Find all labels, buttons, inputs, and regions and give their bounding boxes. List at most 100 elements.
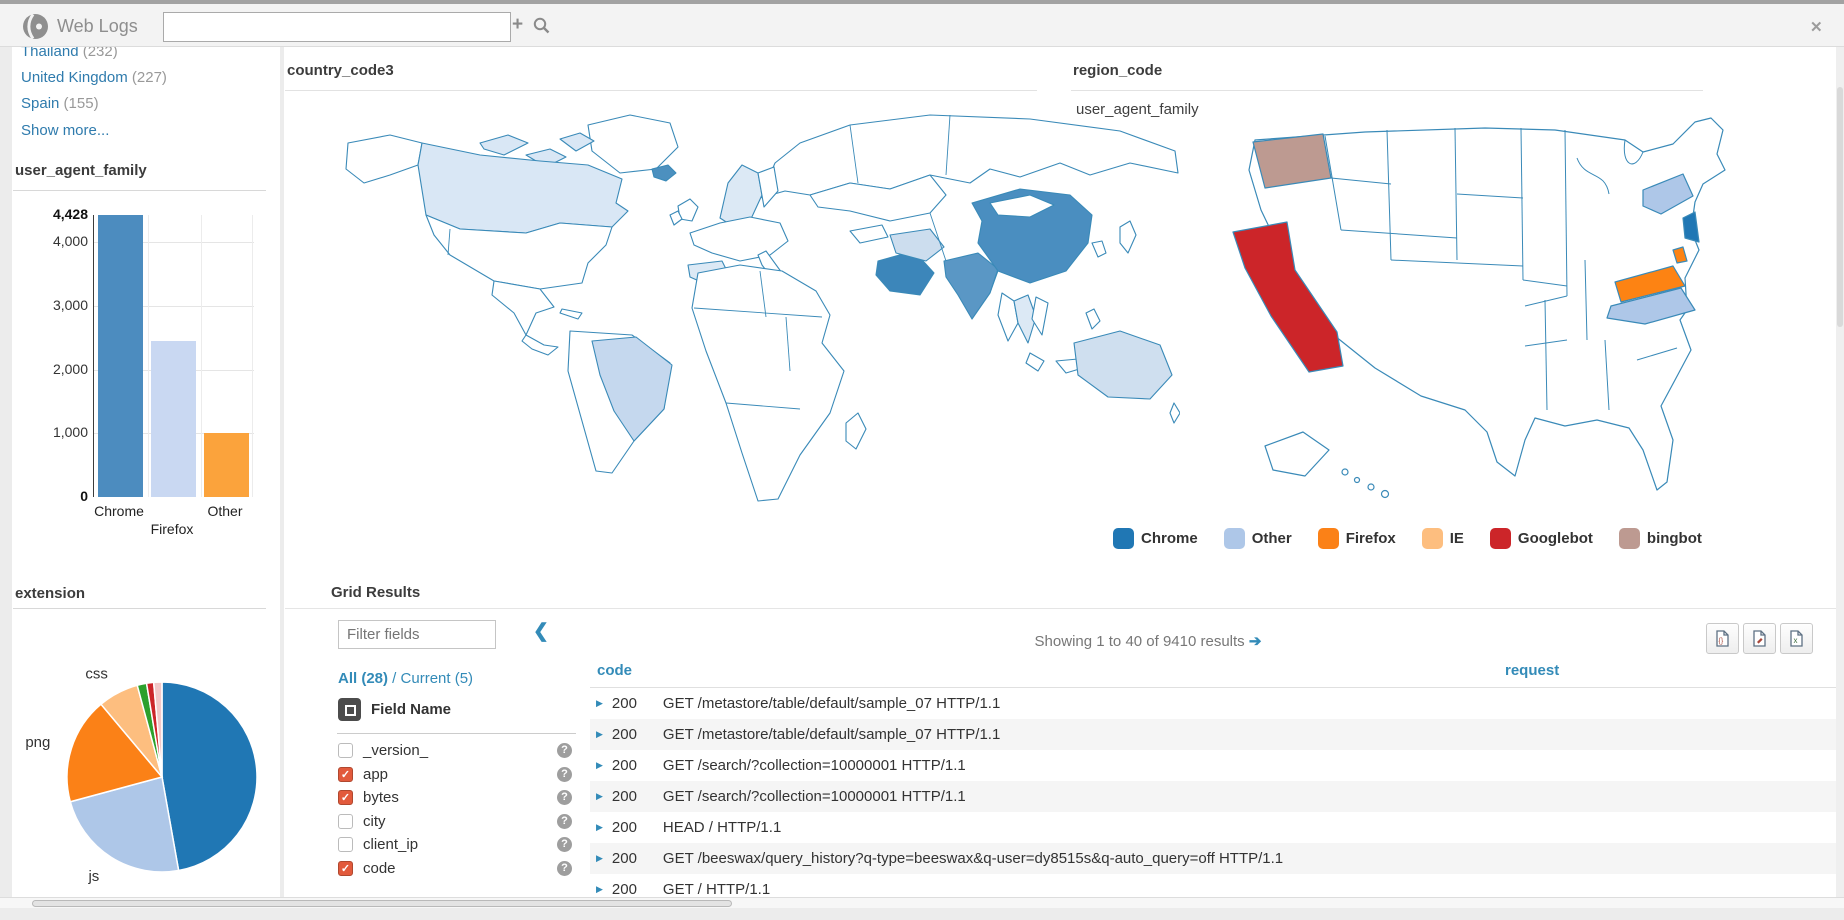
- table-row[interactable]: ▶200GET /metastore/table/default/sample_…: [590, 688, 1836, 719]
- bar-other[interactable]: [204, 433, 249, 497]
- map-region-europe[interactable]: [690, 217, 788, 261]
- row-expand-icon[interactable]: ▶: [596, 698, 603, 709]
- legend-item-googlebot[interactable]: Googlebot: [1490, 528, 1593, 549]
- field-label: bytes: [363, 789, 399, 806]
- collapse-panel-icon[interactable]: ❮: [533, 620, 549, 643]
- map-region-arctic-island[interactable]: [480, 135, 528, 155]
- bar-section-title: user_agent_family: [15, 162, 147, 179]
- legend-item-other[interactable]: Other: [1224, 528, 1292, 549]
- row-expand-icon[interactable]: ▶: [596, 884, 603, 895]
- help-icon[interactable]: ?: [557, 790, 572, 805]
- map-state-alaska[interactable]: [1265, 432, 1329, 476]
- table-row[interactable]: ▶200GET /search/?collection=10000001 HTT…: [590, 750, 1836, 781]
- map-region-madagascar[interactable]: [846, 413, 866, 449]
- field-filter-links: All (28) / Current (5): [338, 670, 473, 687]
- table-row[interactable]: ▶200GET /metastore/table/default/sample_…: [590, 719, 1836, 750]
- map-region-africa[interactable]: [692, 265, 844, 501]
- current-fields-link[interactable]: Current (5): [401, 670, 474, 687]
- legend-item-firefox[interactable]: Firefox: [1318, 528, 1396, 549]
- map-region-russia[interactable]: [760, 115, 1178, 198]
- table-row[interactable]: ▶200GET /beeswax/query_history?q-type=be…: [590, 843, 1836, 874]
- bar-chrome[interactable]: [98, 215, 143, 497]
- bar-gridline-v: [201, 215, 202, 497]
- field-row-city: city?: [338, 810, 576, 834]
- map-region-japan[interactable]: [1120, 221, 1136, 253]
- map-state-hawaii[interactable]: [1355, 478, 1360, 483]
- column-header-request[interactable]: request: [1505, 662, 1559, 679]
- help-icon[interactable]: ?: [557, 767, 572, 782]
- search-input[interactable]: [163, 12, 511, 42]
- row-expand-icon[interactable]: ▶: [596, 729, 603, 740]
- column-header-code[interactable]: code: [597, 662, 632, 679]
- pie-slice[interactable]: [162, 682, 257, 871]
- legend-item-chrome[interactable]: Chrome: [1113, 528, 1198, 549]
- svg-text:x: x: [1794, 636, 1798, 645]
- hue-logo-icon[interactable]: [22, 13, 49, 40]
- row-request: GET /metastore/table/default/sample_07 H…: [663, 726, 1000, 743]
- download-xls-button[interactable]: x: [1780, 623, 1813, 654]
- field-checkbox-code[interactable]: ✓: [338, 861, 353, 876]
- download-csv-button[interactable]: [1743, 623, 1776, 654]
- facet-item[interactable]: United Kingdom (227): [21, 68, 261, 94]
- filter-fields-input[interactable]: [338, 620, 496, 649]
- horizontal-scrollbar[interactable]: [0, 897, 1844, 908]
- map-region-greenland[interactable]: [588, 115, 678, 173]
- map-state-hawaii[interactable]: [1382, 491, 1389, 498]
- row-expand-icon[interactable]: ▶: [596, 822, 603, 833]
- field-row-bytes: ✓ bytes?: [338, 786, 576, 810]
- map-region-india[interactable]: [944, 253, 998, 319]
- field-checkbox-client_ip[interactable]: [338, 837, 353, 852]
- help-icon[interactable]: ?: [557, 861, 572, 876]
- legend-swatch: [1113, 528, 1134, 549]
- map-region-central-america[interactable]: [522, 335, 558, 355]
- field-checkbox-app[interactable]: ✓: [338, 767, 353, 782]
- legend-label: Chrome: [1141, 530, 1198, 547]
- plus-icon[interactable]: +: [512, 14, 523, 36]
- vertical-scrollbar[interactable]: [1836, 47, 1844, 897]
- help-icon[interactable]: ?: [557, 837, 572, 852]
- row-expand-icon[interactable]: ▶: [596, 791, 603, 802]
- map-region-cuba[interactable]: [560, 309, 582, 319]
- bar-ytick: 2,000: [53, 361, 88, 377]
- field-checkbox-bytes[interactable]: ✓: [338, 790, 353, 805]
- next-page-icon[interactable]: ➔: [1249, 633, 1262, 650]
- help-icon[interactable]: ?: [557, 743, 572, 758]
- facet-link[interactable]: United Kingdom: [21, 69, 128, 86]
- vertical-scrollbar-thumb[interactable]: [1837, 87, 1843, 327]
- map-region-turkey[interactable]: [850, 225, 888, 243]
- close-icon[interactable]: ✕: [1810, 18, 1823, 36]
- legend-item-bingbot[interactable]: bingbot: [1619, 528, 1702, 549]
- show-more-link[interactable]: Show more...: [21, 122, 109, 139]
- map-region-vietnam[interactable]: [1032, 297, 1048, 335]
- map-region-philippines[interactable]: [1086, 309, 1100, 329]
- field-checkbox-_version_[interactable]: [338, 743, 353, 758]
- select-all-checkbox[interactable]: [338, 698, 361, 721]
- map-state-washington[interactable]: [1253, 134, 1331, 188]
- map-state-hawaii[interactable]: [1368, 484, 1374, 490]
- map-region-alaska[interactable]: [346, 135, 422, 183]
- download-json-button[interactable]: {}: [1706, 623, 1739, 654]
- facet-item[interactable]: Spain (155): [21, 94, 261, 120]
- map-region-korea[interactable]: [1092, 241, 1106, 257]
- search-icon[interactable]: [532, 16, 550, 34]
- map-region-canada[interactable]: [418, 143, 628, 233]
- table-row[interactable]: ▶200HEAD / HTTP/1.1: [590, 812, 1836, 843]
- map-region-arctic-island[interactable]: [560, 133, 594, 151]
- map-region-mexico[interactable]: [492, 281, 554, 335]
- map-region-finland[interactable]: [758, 167, 778, 207]
- field-checkbox-city[interactable]: [338, 814, 353, 829]
- horizontal-scrollbar-thumb[interactable]: [32, 900, 732, 907]
- facet-link[interactable]: Spain: [21, 95, 59, 112]
- help-icon[interactable]: ?: [557, 814, 572, 829]
- map-region-australia[interactable]: [1074, 331, 1172, 399]
- table-row[interactable]: ▶200GET /search/?collection=10000001 HTT…: [590, 781, 1836, 812]
- map-region-new-zealand[interactable]: [1170, 403, 1180, 423]
- row-expand-icon[interactable]: ▶: [596, 760, 603, 771]
- map-state-hawaii[interactable]: [1342, 469, 1348, 475]
- map-region-indonesia[interactable]: [1026, 353, 1044, 371]
- map-state-new-jersey[interactable]: [1683, 212, 1699, 242]
- legend-item-ie[interactable]: IE: [1422, 528, 1464, 549]
- all-fields-link[interactable]: All (28): [338, 670, 388, 687]
- row-expand-icon[interactable]: ▶: [596, 853, 603, 864]
- bar-firefox[interactable]: [151, 341, 196, 497]
